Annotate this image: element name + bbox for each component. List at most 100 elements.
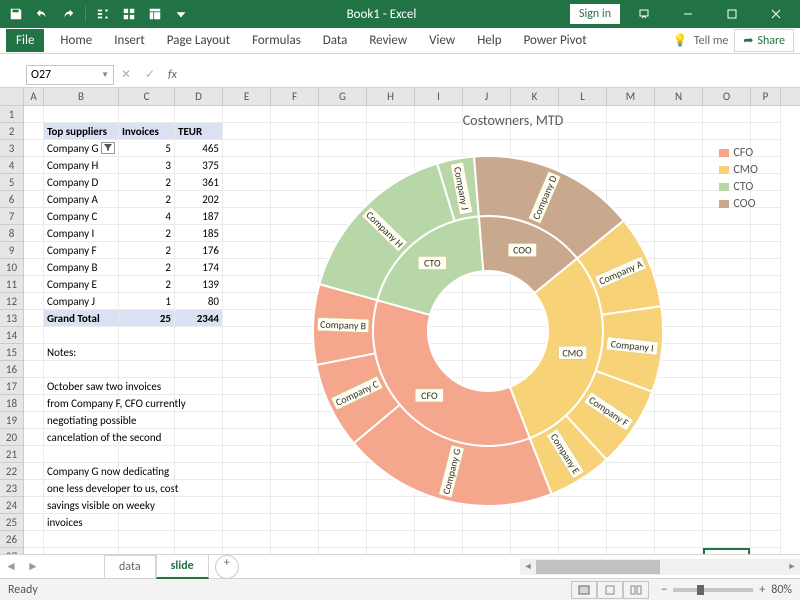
row-header-11[interactable]: 11	[0, 276, 24, 293]
zoom-out-button[interactable]: −	[661, 583, 667, 597]
sheet-nav-prev[interactable]: ◄	[0, 559, 22, 574]
redo-icon[interactable]	[56, 2, 80, 26]
row-header-22[interactable]: 22	[0, 463, 24, 480]
tab-view[interactable]: View	[419, 29, 465, 52]
cancel-formula-icon[interactable]: ✕	[114, 65, 138, 85]
legend-item-cfo: CFO	[719, 146, 758, 160]
name-box[interactable]: ▼	[26, 65, 114, 85]
row-header-18[interactable]: 18	[0, 395, 24, 412]
col-header-D[interactable]: D	[175, 88, 223, 105]
col-header-M[interactable]: M	[607, 88, 655, 105]
row-header-10[interactable]: 10	[0, 259, 24, 276]
row-header-12[interactable]: 12	[0, 293, 24, 310]
zoom-level: 80%	[771, 583, 792, 597]
col-header-B[interactable]: B	[44, 88, 119, 105]
row-header-6[interactable]: 6	[0, 191, 24, 208]
view-normal-icon[interactable]	[571, 581, 597, 599]
col-header-G[interactable]: G	[319, 88, 367, 105]
sheet-tab-data[interactable]: data	[104, 555, 156, 578]
sign-in-button[interactable]: Sign in	[570, 4, 620, 24]
tab-review[interactable]: Review	[359, 29, 417, 52]
col-header-A[interactable]: A	[24, 88, 44, 105]
col-header-K[interactable]: K	[511, 88, 559, 105]
row-header-4[interactable]: 4	[0, 157, 24, 174]
row-header-21[interactable]: 21	[0, 446, 24, 463]
minimize-button[interactable]	[668, 0, 708, 28]
col-header-H[interactable]: H	[367, 88, 415, 105]
row-header-27[interactable]: 27	[0, 548, 24, 554]
svg-text:CTO: CTO	[424, 257, 441, 270]
col-header-N[interactable]: N	[655, 88, 703, 105]
undo-icon[interactable]	[30, 2, 54, 26]
row-header-26[interactable]: 26	[0, 531, 24, 548]
document-title: Book1 - Excel	[193, 7, 570, 22]
zoom-in-button[interactable]: +	[759, 583, 765, 597]
name-box-input[interactable]	[31, 68, 91, 82]
col-header-O[interactable]: O	[703, 88, 751, 105]
row-header-14[interactable]: 14	[0, 327, 24, 344]
row-header-7[interactable]: 7	[0, 208, 24, 225]
row-header-19[interactable]: 19	[0, 412, 24, 429]
fx-icon[interactable]: fx	[168, 68, 177, 82]
share-button[interactable]: ➦Share	[734, 29, 794, 52]
tab-file[interactable]: File	[6, 29, 44, 52]
maximize-button[interactable]	[712, 0, 752, 28]
row-header-17[interactable]: 17	[0, 378, 24, 395]
tab-page-layout[interactable]: Page Layout	[157, 29, 240, 52]
sheet-tab-bar: ◄ ► data slide + ◄ ►	[0, 554, 800, 578]
add-sheet-button[interactable]: +	[215, 555, 239, 579]
ribbon-options-icon[interactable]	[624, 0, 664, 28]
col-header-I[interactable]: I	[415, 88, 463, 105]
row-header-5[interactable]: 5	[0, 174, 24, 191]
row-header-23[interactable]: 23	[0, 480, 24, 497]
select-all-corner[interactable]	[0, 88, 24, 105]
scroll-left-icon[interactable]: ◄	[520, 561, 536, 572]
row-header-1[interactable]: 1	[0, 106, 24, 123]
row-header-25[interactable]: 25	[0, 514, 24, 531]
zoom-slider[interactable]	[673, 588, 753, 592]
tab-help[interactable]: Help	[467, 29, 511, 52]
row-header-15[interactable]: 15	[0, 344, 24, 361]
tab-insert[interactable]: Insert	[104, 29, 155, 52]
col-header-E[interactable]: E	[223, 88, 271, 105]
save-icon[interactable]	[4, 2, 28, 26]
row-header-13[interactable]: 13	[0, 310, 24, 327]
row-header-2[interactable]: 2	[0, 123, 24, 140]
row-header-20[interactable]: 20	[0, 429, 24, 446]
chart-object[interactable]: Costowners, MTD COOCMOCFOCTOCompany GCom…	[258, 106, 768, 526]
sheet-tab-slide[interactable]: slide	[156, 554, 209, 579]
row-header-8[interactable]: 8	[0, 225, 24, 242]
col-header-F[interactable]: F	[271, 88, 319, 105]
tell-me-input[interactable]: Tell me	[694, 34, 729, 48]
pivot-icon[interactable]	[143, 2, 167, 26]
qat-customize-icon[interactable]	[169, 2, 193, 26]
row-header-9[interactable]: 9	[0, 242, 24, 259]
status-bar: Ready − + 80%	[0, 578, 800, 600]
tab-power-pivot[interactable]: Power Pivot	[514, 29, 597, 52]
row-header-24[interactable]: 24	[0, 497, 24, 514]
sheet-nav-next[interactable]: ►	[22, 559, 44, 574]
zoom-control[interactable]: − + 80%	[661, 583, 792, 597]
worksheet-grid[interactable]: ABCDEFGHIJKLMNOP 12Top suppliersInvoices…	[0, 88, 800, 554]
close-button[interactable]	[756, 0, 796, 28]
row-header-3[interactable]: 3	[0, 140, 24, 157]
col-header-J[interactable]: J	[463, 88, 511, 105]
tab-home[interactable]: Home	[50, 29, 102, 52]
row-header-16[interactable]: 16	[0, 361, 24, 378]
col-header-C[interactable]: C	[119, 88, 175, 105]
scroll-right-icon[interactable]: ►	[784, 561, 800, 572]
tellme-icon[interactable]: 💡	[673, 33, 688, 48]
view-pagelayout-icon[interactable]	[597, 581, 623, 599]
formula-input[interactable]	[183, 65, 800, 85]
enter-formula-icon[interactable]: ✓	[138, 65, 162, 85]
col-header-L[interactable]: L	[559, 88, 607, 105]
sort-icon[interactable]	[91, 2, 115, 26]
view-pagebreak-icon[interactable]	[623, 581, 649, 599]
borders-icon[interactable]	[117, 2, 141, 26]
horizontal-scrollbar[interactable]: ◄ ►	[520, 559, 800, 575]
col-header-P[interactable]: P	[751, 88, 781, 105]
chevron-down-icon[interactable]: ▼	[101, 70, 109, 80]
formula-bar: ▼ ✕ ✓ fx	[0, 62, 800, 88]
tab-data[interactable]: Data	[313, 29, 358, 52]
tab-formulas[interactable]: Formulas	[242, 29, 311, 52]
